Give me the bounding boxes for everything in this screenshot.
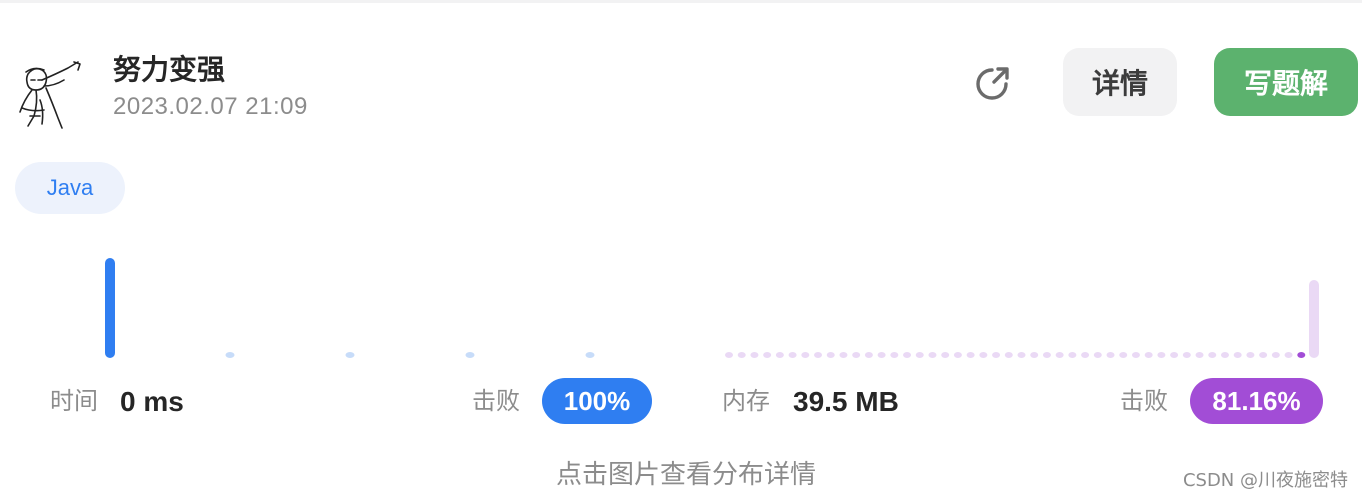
memory-bar[interactable]	[1233, 352, 1242, 358]
memory-bar[interactable]	[877, 352, 886, 358]
memory-bar[interactable]	[992, 352, 1001, 358]
runtime-bar[interactable]	[465, 352, 475, 358]
memory-bar[interactable]	[1017, 352, 1026, 358]
memory-bar[interactable]	[1004, 352, 1013, 358]
watermark: CSDN @川夜施密特	[1182, 470, 1348, 491]
memory-bar[interactable]	[1220, 352, 1229, 358]
memory-bar[interactable]	[788, 352, 797, 358]
memory-bar[interactable]	[814, 352, 823, 358]
memory-bar[interactable]	[864, 352, 873, 358]
memory-bar[interactable]	[839, 352, 848, 358]
memory-bar[interactable]	[1208, 352, 1217, 358]
memory-beat-label: 击败	[1120, 387, 1168, 415]
runtime-bar[interactable]	[225, 352, 235, 358]
memory-bar[interactable]	[1042, 352, 1051, 358]
memory-bar[interactable]	[1106, 352, 1115, 358]
memory-bar[interactable]	[1182, 352, 1191, 358]
memory-bar[interactable]	[928, 352, 937, 358]
memory-bar[interactable]	[953, 352, 962, 358]
memory-bar[interactable]	[1144, 352, 1153, 358]
memory-bar[interactable]	[1195, 352, 1204, 358]
memory-bar[interactable]	[1081, 352, 1090, 358]
memory-bar[interactable]	[941, 352, 950, 358]
runtime-beat-label: 击败	[472, 387, 520, 415]
avatar-sketch-icon	[19, 61, 81, 129]
memory-bar[interactable]	[775, 352, 784, 358]
memory-bar[interactable]	[801, 352, 810, 358]
memory-beat-badge: 81.16%	[1190, 378, 1323, 424]
memory-bar[interactable]	[1131, 352, 1140, 358]
memory-bar[interactable]	[725, 352, 733, 358]
avatar[interactable]	[16, 60, 92, 132]
memory-bar[interactable]	[890, 352, 899, 358]
memory-bar[interactable]	[737, 352, 746, 358]
memory-bar[interactable]	[1271, 352, 1280, 358]
memory-bar[interactable]	[1030, 352, 1039, 358]
memory-bar[interactable]	[1068, 352, 1077, 358]
memory-bar[interactable]	[903, 352, 912, 358]
runtime-bar[interactable]	[585, 352, 595, 358]
memory-bar[interactable]	[1055, 352, 1064, 358]
memory-bar[interactable]	[1309, 280, 1319, 358]
memory-bar[interactable]	[966, 352, 975, 358]
submission-timestamp: 2023.02.07 21:09	[113, 93, 308, 120]
memory-bar[interactable]	[1246, 352, 1255, 358]
share-button[interactable]	[972, 64, 1012, 104]
memory-bar[interactable]	[1093, 352, 1102, 358]
runtime-bar[interactable]	[105, 258, 115, 358]
share-arrow-icon	[976, 67, 1009, 100]
user-name[interactable]: 努力变强	[113, 52, 225, 88]
memory-bar[interactable]	[1284, 352, 1293, 358]
write-solution-button[interactable]: 写题解	[1214, 48, 1358, 116]
memory-bar[interactable]	[1119, 352, 1128, 358]
memory-bar[interactable]	[1157, 352, 1166, 358]
memory-value: 39.5 MB	[793, 386, 899, 417]
top-divider	[0, 0, 1362, 3]
distribution-hint[interactable]: 点击图片查看分布详情	[0, 456, 1362, 494]
memory-bar[interactable]	[1170, 352, 1179, 358]
runtime-bar[interactable]	[345, 352, 355, 358]
runtime-beat-badge: 100%	[542, 378, 652, 424]
memory-label: 内存	[722, 387, 770, 415]
memory-bar[interactable]	[826, 352, 835, 358]
memory-bar[interactable]	[763, 352, 772, 358]
runtime-label: 时间	[50, 387, 98, 415]
memory-bar[interactable]	[915, 352, 924, 358]
language-tag: Java	[15, 162, 125, 214]
detail-button[interactable]: 详情	[1063, 48, 1177, 116]
memory-bar[interactable]	[1259, 352, 1268, 358]
memory-bar[interactable]	[979, 352, 988, 358]
runtime-value: 0 ms	[120, 386, 184, 417]
distribution-chart[interactable]	[0, 240, 1362, 365]
memory-bar[interactable]	[750, 352, 759, 358]
memory-bar[interactable]	[1297, 352, 1306, 358]
memory-bar[interactable]	[852, 352, 861, 358]
